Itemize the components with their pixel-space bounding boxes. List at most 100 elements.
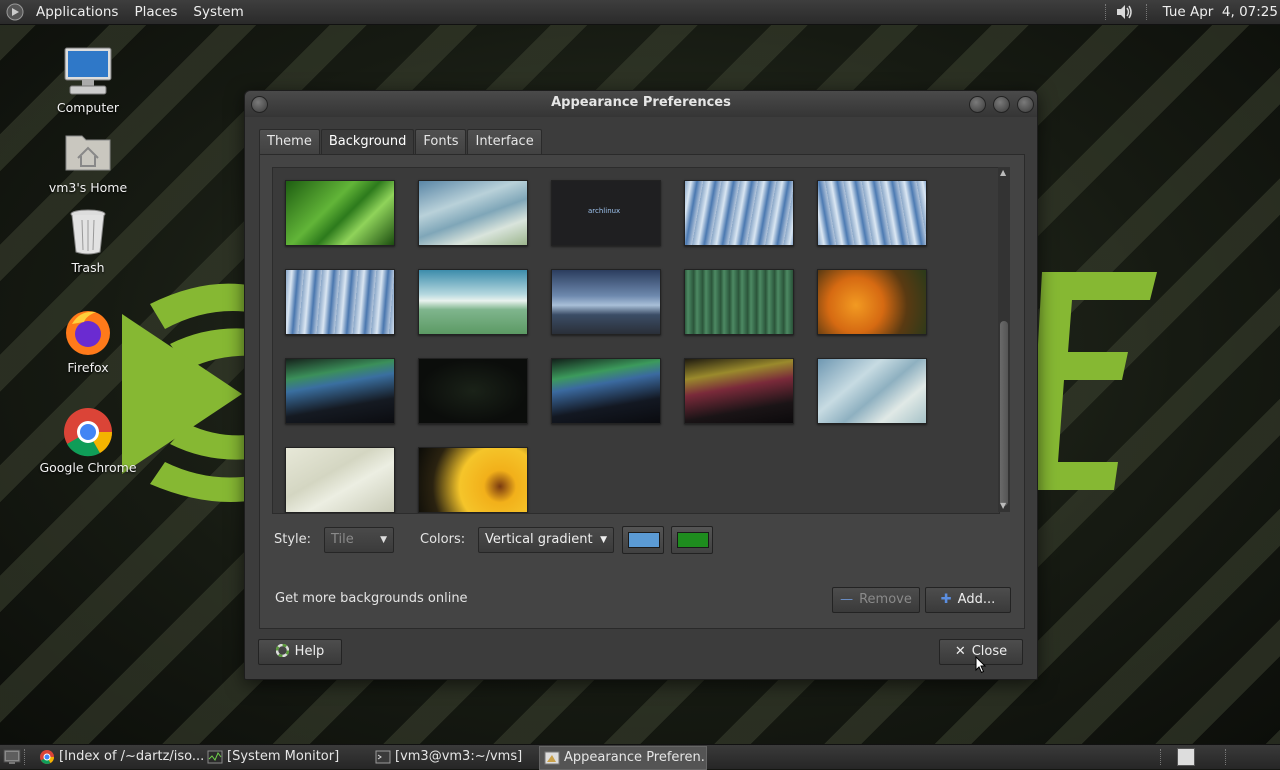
taskbar-item-appearance[interactable]: Appearance Preferen...	[539, 746, 707, 770]
appearance-icon	[544, 751, 560, 765]
wallpaper-thumb-blue-abstract-2[interactable]	[817, 180, 927, 246]
home-folder-icon	[65, 135, 111, 171]
wallpaper-thumb-white-sand[interactable]	[285, 447, 395, 513]
add-button-label: Add...	[957, 592, 996, 607]
desktop-icon-home[interactable]: vm3's Home	[33, 126, 143, 195]
panel-separator	[1225, 749, 1228, 765]
clock[interactable]: Tue Apr 4, 07:25	[1155, 0, 1280, 24]
desktop-icon-firefox[interactable]: Firefox	[33, 306, 143, 375]
distro-logo-icon[interactable]	[6, 3, 24, 21]
wallpaper-thumb-yellow-flower[interactable]	[418, 447, 528, 513]
panel-separator	[24, 749, 27, 765]
window-menu-button[interactable]	[251, 96, 268, 113]
wallpaper-thumb-aurora-green[interactable]	[285, 358, 395, 424]
scroll-up-arrow-icon[interactable]: ▲	[1000, 168, 1006, 177]
wallpaper-thumb-blue-waves-2[interactable]	[817, 358, 927, 424]
secondary-color-button[interactable]	[671, 526, 713, 554]
appearance-preferences-dialog: Appearance Preferences Theme Background …	[244, 90, 1038, 680]
minus-icon: —	[840, 592, 854, 607]
system-menu[interactable]: System	[185, 0, 251, 24]
wallpaper-thumb-aurora-yellow[interactable]	[684, 358, 794, 424]
help-button-label: Help	[294, 644, 325, 659]
get-more-backgrounds-link[interactable]: Get more backgrounds online	[275, 591, 468, 606]
trash-icon	[70, 209, 106, 255]
desktop-icon-label: vm3's Home	[48, 180, 128, 195]
scroll-down-arrow-icon[interactable]: ▼	[1000, 501, 1006, 510]
taskbar-item-chrome[interactable]: [Index of /~dartz/iso...	[35, 746, 224, 768]
add-button[interactable]: ✚ Add...	[925, 587, 1011, 613]
tab-background[interactable]: Background	[320, 129, 415, 154]
colors-combo[interactable]: Vertical gradient ▼	[478, 527, 614, 553]
panel-separator	[1104, 4, 1108, 20]
wallpaper-thumb-green-leaf[interactable]	[285, 180, 395, 246]
wallpaper-thumb-dark-black[interactable]	[418, 358, 528, 424]
colors-combo-value: Vertical gradient	[485, 532, 593, 547]
terminal-icon	[375, 750, 391, 764]
taskbar-item-label: Appearance Preferen...	[564, 750, 707, 765]
desktop-icon-computer[interactable]: Computer	[33, 46, 143, 115]
computer-icon	[64, 47, 112, 95]
maximize-button[interactable]	[993, 96, 1010, 113]
help-button[interactable]: Help	[258, 639, 342, 665]
taskbar-item-label: [System Monitor]	[227, 749, 340, 764]
background-tab-panel: archlinux ▲ ▼ Style: Tile ▼ Colors: Vert…	[259, 154, 1025, 629]
show-desktop-icon[interactable]	[3, 748, 21, 766]
desktop-icon-label: Firefox	[67, 360, 109, 375]
desktop-icon-chrome[interactable]: Google Chrome	[33, 406, 143, 475]
panel-separator	[1160, 749, 1163, 765]
mouse-cursor-icon	[975, 656, 987, 674]
taskbar-item-label: [vm3@vm3:~/vms]	[395, 749, 523, 764]
bottom-taskbar: [Index of /~dartz/iso... [System Monitor…	[0, 744, 1280, 770]
arch-logo-text: archlinux	[588, 207, 621, 215]
dialog-titlebar[interactable]: Appearance Preferences	[245, 91, 1037, 117]
minimize-button[interactable]	[969, 96, 986, 113]
wallpaper-thumb-arch-dark[interactable]: archlinux	[551, 180, 661, 246]
chrome-icon	[64, 408, 113, 457]
secondary-color-swatch	[677, 532, 709, 548]
taskbar-item-system-monitor[interactable]: [System Monitor]	[203, 746, 387, 768]
desktop-icon-trash[interactable]: Trash	[33, 206, 143, 275]
tab-interface[interactable]: Interface	[467, 129, 542, 154]
top-panel: Applications Places System Tue Apr 4, 07…	[0, 0, 1280, 25]
style-label: Style:	[274, 532, 312, 547]
close-window-button[interactable]	[1017, 96, 1034, 113]
help-lifebuoy-icon	[275, 640, 289, 664]
taskbar-item-terminal[interactable]: [vm3@vm3:~/vms]	[371, 746, 555, 768]
remove-button-label: Remove	[859, 592, 912, 607]
panel-separator	[1145, 4, 1149, 20]
volume-icon[interactable]	[1114, 2, 1134, 22]
tab-fonts[interactable]: Fonts	[415, 129, 467, 154]
wallpaper-thumb-orange-flower[interactable]	[817, 269, 927, 335]
workspace-switcher[interactable]	[1177, 748, 1195, 766]
taskbar-item-label: [Index of /~dartz/iso...	[59, 749, 205, 764]
wallpaper-thumb-blue-abstract[interactable]	[684, 180, 794, 246]
wallpaper-thumb-green-stripes[interactable]	[684, 269, 794, 335]
style-combo[interactable]: Tile ▼	[324, 527, 394, 553]
dialog-title: Appearance Preferences	[551, 95, 731, 110]
close-icon: ✕	[954, 644, 966, 659]
firefox-icon	[66, 311, 110, 355]
tab-theme[interactable]: Theme	[259, 129, 320, 154]
remove-button[interactable]: — Remove	[832, 587, 920, 613]
system-monitor-icon	[207, 750, 223, 764]
primary-color-button[interactable]	[622, 526, 664, 554]
wallpaper-thumb-green-hills[interactable]	[418, 269, 528, 335]
chrome-icon	[40, 750, 54, 764]
chevron-down-icon: ▼	[600, 535, 607, 545]
applications-menu[interactable]: Applications	[28, 0, 126, 24]
wallpaper-thumb-aurora-green-2[interactable]	[551, 358, 661, 424]
wallpaper-thumb-blue-waves[interactable]	[418, 180, 528, 246]
style-combo-value: Tile	[331, 532, 354, 547]
desktop-icon-label: Computer	[56, 100, 120, 115]
desktop-icon-label: Trash	[71, 260, 105, 275]
wallpaper-thumb-blue-abstract-3[interactable]	[285, 269, 395, 335]
primary-color-swatch	[628, 532, 660, 548]
places-menu[interactable]: Places	[126, 0, 185, 24]
gallery-scrollbar[interactable]: ▲ ▼	[998, 167, 1010, 512]
plus-icon: ✚	[940, 592, 952, 607]
wallpaper-gallery: archlinux	[272, 167, 1000, 514]
wallpaper-thumb-stormy-sea[interactable]	[551, 269, 661, 335]
desktop-icon-label: Google Chrome	[39, 460, 137, 475]
chevron-down-icon: ▼	[380, 535, 387, 545]
scrollbar-thumb[interactable]	[1000, 321, 1008, 506]
